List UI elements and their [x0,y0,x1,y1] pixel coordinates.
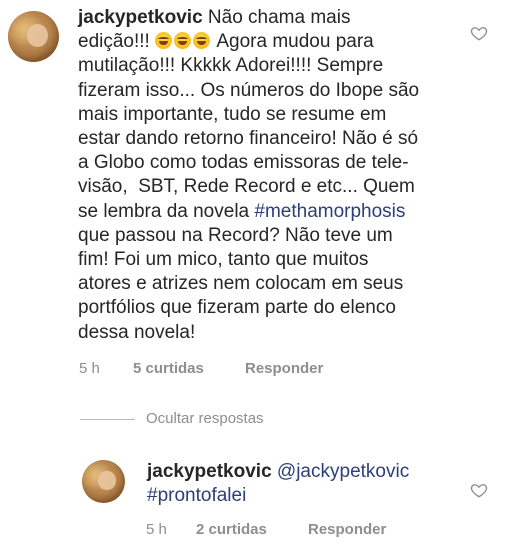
tears-of-joy-emoji-icon [155,32,173,50]
reply-meta: 5 h 2 curtidas Responder [0,521,512,541]
comment-line: a Globo como todas emissoras de tele- [78,152,409,174]
heart-icon[interactable] [470,481,488,499]
comment-line: mais importante, tudo se resume em [78,103,387,125]
comment-line: Não chama mais [202,7,351,28]
comment-line: se lembra da novela [78,200,255,222]
hashtag-link[interactable]: #prontofalei [147,485,246,506]
comment-line: portfólios que fizeram parte do elenco [78,297,396,319]
reply-time[interactable]: 5 h [146,521,167,538]
reply-button[interactable]: Responder [245,360,323,377]
comment-line: dessa novela! [78,321,196,343]
comment-time[interactable]: 5 h [79,360,100,377]
avatar-face [27,23,48,47]
comment-line: atores e atrizes nem colocam em seus [78,273,404,295]
reply-reply-button[interactable]: Responder [308,521,386,538]
reply-avatar[interactable] [82,460,125,503]
heart-icon[interactable] [470,24,488,42]
comment-username[interactable]: jackypetkovic [78,7,203,28]
tears-of-joy-emoji-icon [174,32,192,50]
likes-count[interactable]: 5 curtidas [133,360,204,377]
comment-line: Agora mudou para [212,31,374,53]
avatar-face [98,470,116,491]
comment-line: que passou na Record? Não teve um [78,224,393,246]
comment-line: edição!!! [78,31,156,53]
comment-line: fizeram isso... Os números do Ibope são [78,79,420,101]
reply-text: jackypetkovic @jackypetkovic #prontofale… [147,460,447,508]
reply-likes-count[interactable]: 2 curtidas [196,521,267,538]
comment-text: jackypetkovic Não chama mais edição!!! A… [78,6,473,345]
comment-line: estar dando retorno financeiro! Não é só [78,128,419,150]
comment-line: visão, SBT, Rede Record e etc... Quem [78,176,415,198]
comment-line: mutilação!!! Kkkkk Adorei!!!! Sempre [78,55,384,77]
avatar[interactable] [8,11,59,62]
mention-link[interactable]: @jackypetkovic [277,461,409,482]
hide-replies-button[interactable]: Ocultar respostas [146,410,264,427]
reply-username[interactable]: jackypetkovic [147,461,272,482]
hide-replies-divider [80,419,135,420]
hashtag-link[interactable]: #methamorphosis [254,201,405,222]
comment-meta: 5 h 5 curtidas Responder [0,360,512,380]
tears-of-joy-emoji-icon [193,32,211,50]
comment-line: fim! Foi um mico, tanto que muitos [78,249,369,271]
